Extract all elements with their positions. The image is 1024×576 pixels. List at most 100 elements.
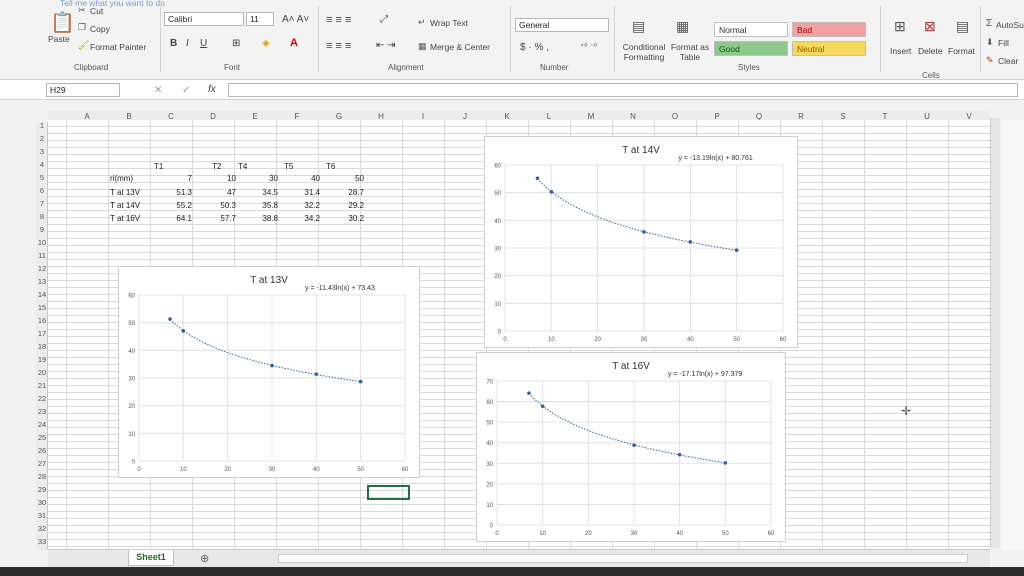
table-cell[interactable]: 30.2 [324, 214, 364, 223]
table-cell[interactable]: 57.7 [196, 214, 236, 223]
row-header[interactable]: 26 [36, 446, 48, 455]
chart-16v[interactable]: 0 10 20 30 40 50 60 70 0 10 20 30 40 50 60 T at 16V y = … [476, 352, 786, 542]
format-as-table-button[interactable]: Format as Table [670, 42, 710, 62]
delete-button[interactable]: Delete [918, 46, 943, 56]
row-header[interactable]: 3 [36, 147, 48, 156]
row-header[interactable]: 2 [36, 134, 48, 143]
row-header[interactable]: 24 [36, 420, 48, 429]
table-cell[interactable]: 51.3 [152, 188, 192, 197]
table-cell[interactable]: 50 [324, 174, 364, 183]
clear-button[interactable]: Clear [998, 56, 1018, 66]
paste-button[interactable]: Paste [48, 34, 70, 44]
row-header[interactable]: 17 [36, 329, 48, 338]
row-header[interactable]: 4 [36, 160, 48, 169]
increase-font-icon[interactable]: A˄ A˅ [282, 14, 309, 25]
table-header[interactable]: T2 [212, 162, 221, 171]
row-header[interactable]: 16 [36, 316, 48, 325]
row-header[interactable]: 14 [36, 290, 48, 299]
underline-button[interactable]: U [200, 38, 207, 49]
style-bad[interactable]: Bad [792, 22, 866, 37]
merge-center-button[interactable]: Merge & Center [430, 42, 490, 52]
conditional-formatting-button[interactable]: Conditional Formatting [620, 42, 668, 62]
table-header[interactable]: T6 [326, 162, 335, 171]
table-cell[interactable]: 55.2 [152, 201, 192, 210]
cut-button[interactable]: Cut [90, 6, 103, 16]
align-left-icon[interactable]: ≡ ≡ ≡ [326, 40, 351, 52]
indent-icon[interactable]: ⇤ ⇥ [376, 40, 396, 51]
table-cell[interactable]: 47 [196, 188, 236, 197]
chart-13v[interactable]: 0 10 20 30 40 50 60 0 10 20 30 40 50 60 T at 13V y = -1… [118, 266, 420, 478]
row-header[interactable]: 6 [36, 186, 48, 195]
italic-button[interactable]: I [186, 38, 189, 49]
sheet-tab[interactable]: Sheet1 [128, 550, 174, 566]
selected-cell[interactable] [367, 485, 410, 500]
autosum-button[interactable]: AutoSu [996, 20, 1024, 30]
table-cell[interactable]: 10 [196, 174, 236, 183]
table-cell[interactable]: 28.7 [324, 188, 364, 197]
row-header[interactable]: 13 [36, 277, 48, 286]
row-header[interactable]: 15 [36, 303, 48, 312]
wrap-text-button[interactable]: Wrap Text [430, 18, 468, 28]
row-header[interactable]: 8 [36, 212, 48, 221]
style-normal[interactable]: Normal [714, 22, 788, 37]
table-cell[interactable]: 34.2 [280, 214, 320, 223]
font-size-select[interactable]: 11 [246, 12, 274, 26]
row-header[interactable]: 33 [36, 537, 48, 546]
format-painter-button[interactable]: Format Painter [90, 42, 146, 52]
row-header[interactable]: 29 [36, 485, 48, 494]
number-format-select[interactable]: General [515, 18, 609, 32]
row-header[interactable]: 9 [36, 225, 48, 234]
font-name-select[interactable]: Calibri [164, 12, 244, 26]
align-top-icon[interactable]: ≡ ≡ ≡ [326, 14, 351, 26]
row-header[interactable]: 32 [36, 524, 48, 533]
row-header[interactable]: 12 [36, 264, 48, 273]
bold-button[interactable]: B [170, 38, 177, 49]
row-header[interactable]: 20 [36, 368, 48, 377]
row-label[interactable]: T at 16V [110, 214, 140, 223]
row-header[interactable]: 21 [36, 381, 48, 390]
orientation-icon[interactable]: ⤢ [380, 14, 388, 25]
row-header[interactable]: 7 [36, 199, 48, 208]
currency-icon[interactable]: $ · % , [520, 42, 549, 53]
table-cell[interactable]: 31.4 [280, 188, 320, 197]
formula-input[interactable] [228, 83, 1018, 97]
style-good[interactable]: Good [714, 41, 788, 56]
row-header[interactable]: 27 [36, 459, 48, 468]
row-header[interactable]: 11 [36, 251, 48, 260]
paste-icon[interactable]: 📋 [50, 10, 75, 35]
fill-color-icon[interactable]: ◈ [262, 38, 270, 49]
table-cell[interactable]: 32.2 [280, 201, 320, 210]
tell-me-box[interactable]: Tell me what you want to do [60, 0, 165, 8]
row-label[interactable]: T at 13V [110, 188, 140, 197]
borders-icon[interactable]: ⊞ [232, 38, 240, 49]
row-header[interactable]: 5 [36, 173, 48, 182]
row-header[interactable]: 23 [36, 407, 48, 416]
row-header[interactable]: 31 [36, 511, 48, 520]
row-header[interactable]: 30 [36, 498, 48, 507]
vertical-scrollbar[interactable] [990, 118, 1000, 548]
table-header[interactable]: T5 [284, 162, 293, 171]
insert-button[interactable]: Insert [890, 46, 911, 56]
table-cell[interactable]: 64.1 [152, 214, 192, 223]
confirm-entry-icon[interactable]: ✓ [182, 85, 190, 96]
table-cell[interactable]: 40 [280, 174, 320, 183]
table-cell[interactable]: 29.2 [324, 201, 364, 210]
row-header[interactable]: 10 [36, 238, 48, 247]
cancel-entry-icon[interactable]: ✕ [154, 85, 162, 96]
row-header[interactable]: 22 [36, 394, 48, 403]
row-label[interactable]: T at 14V [110, 201, 140, 210]
format-button[interactable]: Format [948, 46, 975, 56]
fill-button[interactable]: Fill [998, 38, 1009, 48]
copy-button[interactable]: Copy [90, 24, 110, 34]
table-cell[interactable]: 34.5 [238, 188, 278, 197]
row-header[interactable]: 28 [36, 472, 48, 481]
row-label[interactable]: ri(mm) [110, 174, 133, 183]
table-cell[interactable]: 35.8 [238, 201, 278, 210]
font-color-icon[interactable]: A [290, 37, 298, 49]
row-header[interactable]: 18 [36, 342, 48, 351]
table-cell[interactable]: 50.3 [196, 201, 236, 210]
row-header[interactable]: 1 [36, 121, 48, 130]
table-header[interactable]: T1 [154, 162, 163, 171]
table-cell[interactable]: 30 [238, 174, 278, 183]
name-box[interactable]: H29 [46, 83, 120, 97]
